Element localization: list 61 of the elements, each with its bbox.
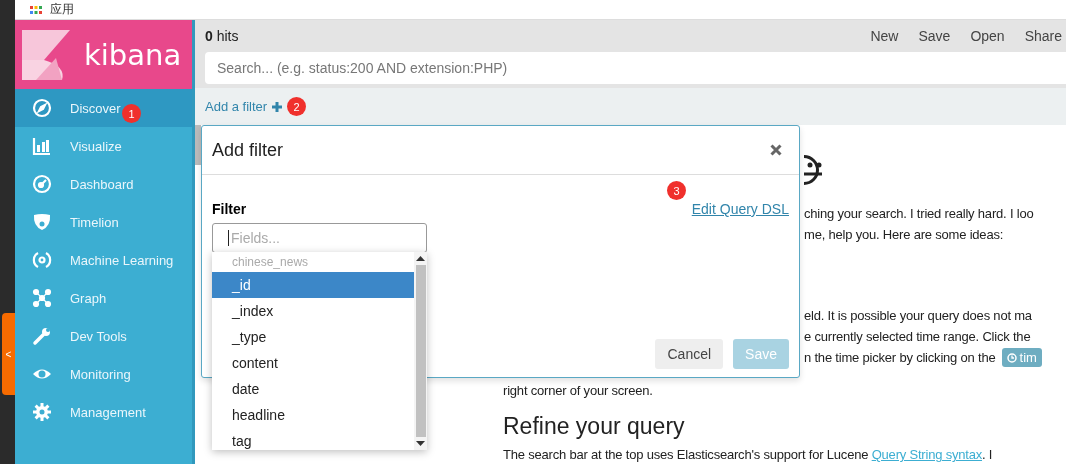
nav-item[interactable]: Graph xyxy=(15,279,192,317)
body-text: eld. It is possible your query does not ma xyxy=(804,307,1033,325)
cancel-button[interactable]: Cancel xyxy=(655,339,724,369)
field-option[interactable]: tag xyxy=(212,428,414,454)
field-option[interactable]: date xyxy=(212,376,414,402)
nav-item[interactable]: Dashboard xyxy=(15,165,192,203)
close-icon[interactable] xyxy=(770,144,782,156)
nav-item[interactable]: Monitoring xyxy=(15,355,192,393)
nav-item[interactable]: Visualize xyxy=(15,127,192,165)
wrench-icon xyxy=(32,326,52,346)
logo-text: kibana xyxy=(84,37,182,72)
menu-link[interactable]: Save xyxy=(918,28,951,44)
apps-grid-icon[interactable] xyxy=(30,5,42,14)
plus-icon[interactable] xyxy=(272,101,283,112)
nav-item[interactable]: Management xyxy=(15,393,192,431)
bar-chart-icon xyxy=(32,136,52,156)
field-option[interactable]: _index xyxy=(212,298,414,324)
scrollbar[interactable] xyxy=(414,252,427,450)
step-badge: 2 xyxy=(287,97,307,116)
group-header: chinese_news xyxy=(231,254,310,271)
settings-icon xyxy=(32,402,52,422)
clock-icon xyxy=(1006,352,1017,363)
body-text: me, help you. Here are some ideas: xyxy=(804,226,1005,244)
nav-item[interactable]: Machine Learning xyxy=(15,241,192,279)
fields-input[interactable]: Fields... xyxy=(212,223,427,253)
body-text: n the time picker by clicking on the xyxy=(804,349,996,367)
section-heading: Refine your query xyxy=(503,413,686,440)
step-badge: 3 xyxy=(667,181,686,200)
field-option[interactable]: content xyxy=(212,350,414,376)
scroll-up-icon[interactable] xyxy=(416,256,425,261)
add-filter-link[interactable]: Add a filter xyxy=(205,99,268,114)
edit-dsl-link[interactable]: Edit Query DSL xyxy=(691,201,789,217)
body-text: . I xyxy=(982,447,993,462)
compass-icon xyxy=(32,98,52,118)
hit-count: 0 hits xyxy=(205,28,239,44)
syntax-link[interactable]: Query String syntax xyxy=(871,447,982,462)
body-text: The search bar at the top uses Elasticsearch's support for Lucene xyxy=(503,447,870,462)
field-option[interactable]: _type xyxy=(212,324,414,350)
brackets-icon xyxy=(32,250,52,270)
field-option[interactable]: _id xyxy=(212,272,414,298)
logo-mark-icon xyxy=(22,29,70,80)
field-label: Filter xyxy=(212,201,248,217)
menu-link[interactable]: New xyxy=(870,28,899,44)
time-picker-button[interactable]: tim xyxy=(1001,348,1042,367)
body-text: right corner of your screen. xyxy=(503,382,654,400)
collapse-tab[interactable]: < xyxy=(2,313,15,395)
bookmark-label[interactable]: 应用 xyxy=(50,1,74,18)
dialog-title: Add filter xyxy=(212,139,284,161)
nav-item[interactable]: Timelion xyxy=(15,203,192,241)
nav-item[interactable]: Dev Tools xyxy=(15,317,192,355)
field-option[interactable]: headline xyxy=(212,402,414,428)
step-badge: 1 xyxy=(122,104,141,123)
body-text: ching your search. I tried really hard. I loo xyxy=(804,205,1035,223)
graph-icon xyxy=(32,288,52,308)
menu-link[interactable]: Open xyxy=(970,28,1005,44)
scroll-down-icon[interactable] xyxy=(416,441,425,446)
body-text: e currently selected time range. Click the xyxy=(804,328,1032,346)
search-field[interactable]: Search... (e.g. status:200 AND extension:PHP) xyxy=(205,52,1066,84)
menu-link[interactable]: Share xyxy=(1024,28,1062,44)
nav-item[interactable]: Discover 1 xyxy=(15,89,192,127)
gauge-icon xyxy=(32,174,52,194)
